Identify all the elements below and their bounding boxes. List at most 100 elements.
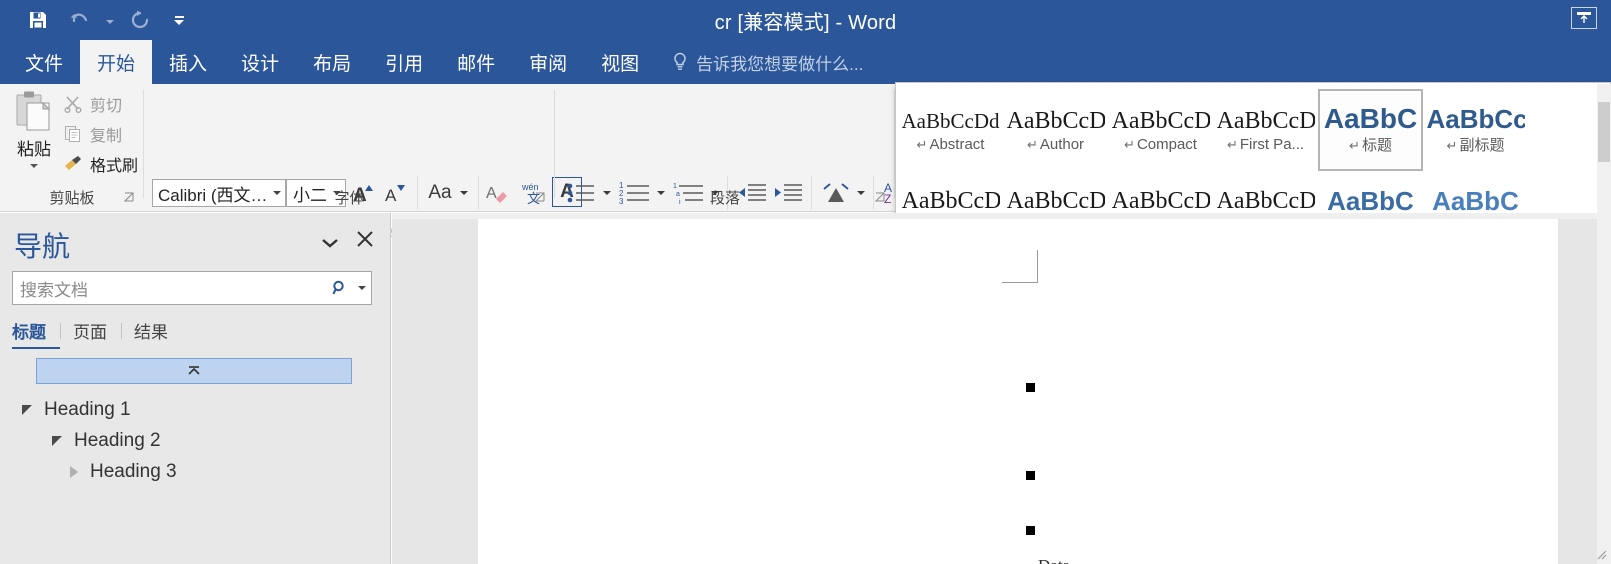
tell-me-placeholder: 告诉我您想要做什么... bbox=[696, 54, 864, 74]
change-case-button[interactable]: Aa bbox=[424, 178, 472, 208]
document-object-marker-2[interactable] bbox=[1026, 471, 1035, 480]
font-dialog-launcher[interactable] bbox=[534, 192, 549, 206]
tab-layout[interactable]: 布局 bbox=[296, 40, 368, 84]
ribbon-tabs: 文件 开始 插入 设计 布局 引用 邮件 审阅 视图 告诉我您想要做什么... bbox=[0, 40, 1611, 84]
format-painter-button[interactable]: 格式刷 bbox=[62, 152, 138, 176]
collapse-marker-icon bbox=[188, 366, 200, 375]
tab-home[interactable]: 开始 bbox=[80, 40, 153, 84]
close-icon[interactable] bbox=[356, 228, 374, 250]
style-item[interactable]: AaBbCc ↵ 副标题 bbox=[1423, 89, 1528, 171]
expanded-triangle-icon[interactable] bbox=[22, 405, 32, 415]
paste-dropdown-icon[interactable] bbox=[30, 164, 38, 168]
tell-me-box[interactable]: 告诉我您想要做什么... bbox=[656, 40, 863, 84]
tab-references[interactable]: 引用 bbox=[368, 40, 440, 84]
decrease-indent-button[interactable] bbox=[735, 178, 769, 208]
tab-review[interactable]: 审阅 bbox=[512, 40, 584, 84]
document-object-marker-3[interactable] bbox=[1026, 526, 1035, 535]
resize-grip-icon[interactable] bbox=[1597, 550, 1609, 562]
scissors-icon bbox=[62, 94, 84, 114]
navigation-pane-title: 导航 bbox=[14, 231, 71, 262]
nav-heading-1[interactable]: Heading 1 bbox=[22, 399, 131, 421]
font-size-combo[interactable]: 小二 bbox=[286, 179, 346, 207]
style-item[interactable]: AaBbC ↵ 标题 bbox=[1318, 89, 1423, 171]
nav-tab-results[interactable]: 结果 bbox=[134, 318, 182, 349]
navigation-tabs: 标题 页面 结果 bbox=[12, 318, 182, 349]
search-options-caret-icon[interactable] bbox=[353, 286, 371, 290]
paste-icon bbox=[13, 90, 55, 134]
style-preview: AaBbCcD bbox=[1111, 107, 1210, 134]
document-page[interactable]: Data bbox=[478, 219, 1558, 564]
multilevel-dropdown-icon[interactable] bbox=[707, 178, 723, 208]
increase-indent-button[interactable] bbox=[771, 178, 805, 208]
scrollbar-thumb[interactable] bbox=[1598, 102, 1610, 162]
shrink-font-button[interactable]: A bbox=[382, 178, 412, 208]
grow-font-button[interactable]: A bbox=[350, 178, 380, 208]
multilevel-list-button[interactable]: 1ai bbox=[671, 178, 707, 208]
bullets-dropdown-icon[interactable] bbox=[599, 178, 615, 208]
paragraph-dialog-launcher[interactable] bbox=[874, 192, 889, 206]
style-preview: AaBbCcD bbox=[1111, 187, 1210, 214]
clipboard-dialog-launcher[interactable] bbox=[123, 192, 138, 206]
chevron-down-icon[interactable] bbox=[322, 235, 338, 253]
cut-button[interactable]: 剪切 bbox=[62, 92, 122, 116]
collapsed-triangle-icon[interactable] bbox=[70, 466, 78, 478]
style-preview: AaBbCcD bbox=[1006, 107, 1105, 134]
pilcrow-icon: ↵ bbox=[1226, 136, 1238, 152]
expanded-triangle-icon-2[interactable] bbox=[52, 436, 62, 446]
style-name-label: 副标题 bbox=[1459, 136, 1505, 154]
bullets-button[interactable] bbox=[565, 178, 599, 208]
pilcrow-icon: ↵ bbox=[916, 136, 928, 152]
asian-layout-button[interactable] bbox=[819, 178, 853, 208]
pilcrow-icon: ↵ bbox=[1349, 137, 1360, 153]
nav-heading-1-label: Heading 1 bbox=[44, 399, 131, 420]
style-name: ↵ 标题 bbox=[1321, 134, 1421, 155]
copy-button[interactable]: 复制 bbox=[62, 122, 122, 146]
paste-button[interactable]: 粘贴 bbox=[6, 88, 62, 184]
style-item[interactable]: AaBbCcD ↵ Compact bbox=[1108, 89, 1213, 171]
nav-heading-2[interactable]: Heading 2 bbox=[52, 430, 161, 452]
tab-mailings[interactable]: 邮件 bbox=[440, 40, 512, 84]
document-area[interactable]: Data bbox=[392, 213, 1611, 564]
numbering-button[interactable]: 123 bbox=[617, 178, 653, 208]
ribbon-display-options-icon[interactable] bbox=[1571, 7, 1597, 29]
copy-icon bbox=[62, 124, 84, 144]
nav-tab-divider bbox=[60, 322, 61, 339]
font-size-caret-icon[interactable] bbox=[329, 191, 345, 195]
style-item[interactable]: AaBbCcD ↵ First Pa... bbox=[1213, 89, 1318, 171]
font-name-value: Calibri (西文… bbox=[158, 185, 268, 205]
svg-text:A: A bbox=[486, 185, 497, 202]
svg-text:1: 1 bbox=[673, 183, 677, 190]
search-input[interactable]: 搜索文档 bbox=[12, 271, 372, 305]
svg-text:3: 3 bbox=[619, 197, 624, 205]
search-icon[interactable] bbox=[327, 280, 353, 296]
group-clipboard: 粘贴 剪切 复制 格式刷 剪贴板 bbox=[0, 84, 144, 212]
style-name: ↵ Author bbox=[1006, 136, 1106, 153]
tab-design[interactable]: 设计 bbox=[224, 40, 296, 84]
group-font: Calibri (西文… 小二 A A Aa A wén 文 A 字体 bbox=[144, 84, 582, 252]
font-name-caret-icon[interactable] bbox=[269, 191, 285, 195]
asian-layout-dropdown-icon[interactable] bbox=[853, 178, 869, 208]
nav-heading-3[interactable]: Heading 3 bbox=[70, 461, 177, 483]
font-name-combo[interactable]: Calibri (西文… bbox=[152, 179, 286, 207]
tab-view[interactable]: 视图 bbox=[584, 40, 656, 84]
document-object-marker-1[interactable] bbox=[1026, 383, 1035, 392]
font-size-value: 小二 bbox=[293, 185, 327, 205]
svg-text:a: a bbox=[676, 191, 680, 198]
vertical-scrollbar[interactable] bbox=[1597, 84, 1611, 564]
pilcrow-icon: ↵ bbox=[1124, 136, 1135, 152]
style-item[interactable]: AaBbCcD ↵ Author bbox=[1003, 89, 1108, 171]
paste-label: 粘贴 bbox=[17, 140, 51, 159]
tab-file[interactable]: 文件 bbox=[8, 40, 80, 84]
search-input-placeholder: 搜索文档 bbox=[20, 280, 88, 300]
navigation-selected-heading-bar[interactable] bbox=[36, 358, 352, 384]
nav-tab-headings[interactable]: 标题 bbox=[12, 318, 60, 349]
nav-heading-3-label: Heading 3 bbox=[90, 461, 177, 482]
clear-formatting-button[interactable]: A bbox=[484, 178, 516, 208]
numbering-dropdown-icon[interactable] bbox=[653, 178, 669, 208]
style-name: ↵ 副标题 bbox=[1426, 134, 1526, 155]
style-item[interactable]: AaBbCcDd ↵ Abstract bbox=[898, 89, 1003, 171]
nav-tab-pages[interactable]: 页面 bbox=[73, 318, 121, 349]
style-preview: AaBbC bbox=[1327, 187, 1414, 214]
text-boundary-corner-mark bbox=[1002, 250, 1038, 283]
tab-insert[interactable]: 插入 bbox=[152, 40, 224, 84]
